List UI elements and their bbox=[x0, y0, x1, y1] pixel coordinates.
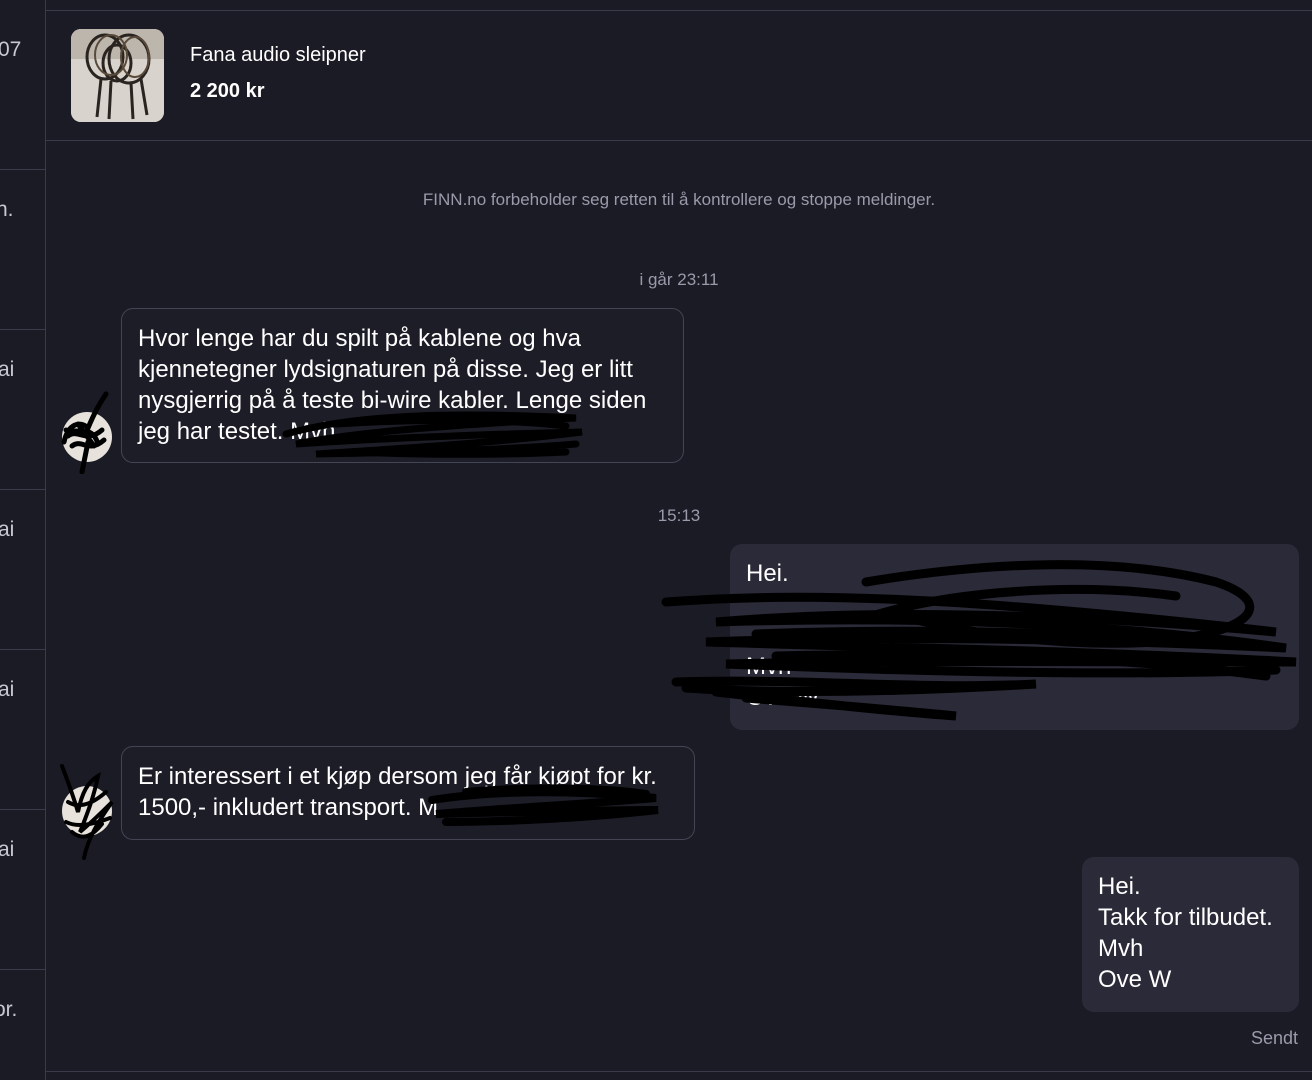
message-timestamp: 15:13 bbox=[657, 506, 701, 525]
conversation-item[interactable]: 07 bbox=[0, 10, 45, 170]
delivery-status: Sendt bbox=[1250, 1028, 1298, 1048]
conversation-item[interactable]: ai bbox=[0, 330, 45, 490]
conversation-snippet: ai bbox=[0, 678, 15, 701]
message-bubble-outgoing[interactable]: Hei. Mvh Ove W bbox=[730, 544, 1299, 730]
message-bubble-incoming[interactable]: Hvor lenge har du spilt på kablene og hv… bbox=[121, 308, 684, 463]
conversation-item[interactable]: n. bbox=[0, 170, 45, 330]
divider bbox=[46, 1071, 1312, 1072]
message-line: Takk for tilbudet. bbox=[1098, 904, 1273, 931]
message-line: kjennetegner lydsignaturen på disse. Jeg… bbox=[138, 356, 633, 383]
conversation-snippet: ai bbox=[0, 358, 15, 381]
message-line: 1500,- inkludert transport. M bbox=[138, 794, 439, 821]
messaging-app: 07 n. ai ai ai ai or. bbox=[0, 0, 1312, 1080]
listing-price: 2 200 kr bbox=[190, 80, 265, 102]
message-line: Mvh bbox=[746, 653, 792, 680]
user-avatar-icon[interactable] bbox=[60, 764, 114, 860]
message-line: Hei. bbox=[1098, 873, 1141, 900]
conversation-item[interactable]: or. bbox=[0, 970, 45, 1080]
conversation-snippet: n. bbox=[0, 198, 14, 221]
message-line: jeg har testet. Mvh bbox=[138, 418, 336, 445]
conversation-snippet: or. bbox=[0, 998, 18, 1021]
conversation-snippet: ai bbox=[0, 518, 15, 541]
message-line: Ove W bbox=[1098, 966, 1172, 993]
user-avatar-icon[interactable] bbox=[61, 391, 112, 474]
message-line bbox=[746, 620, 1283, 651]
listing-title[interactable]: Fana audio sleipner bbox=[190, 44, 366, 67]
message-line: Hvor lenge har du spilt på kablene og hv… bbox=[138, 325, 581, 352]
conversation-item[interactable]: ai bbox=[0, 490, 45, 650]
message-line: Hei. bbox=[746, 560, 789, 587]
message-line: Mvh bbox=[1098, 935, 1144, 962]
message-line: Er interessert i et kjøp dersom jeg får … bbox=[138, 763, 657, 790]
message-thread: Fana audio sleipner 2 200 kr FINN.no for… bbox=[46, 0, 1312, 1080]
message-line: nysgjerrig på å teste bi-wire kabler. Le… bbox=[138, 387, 647, 414]
conversation-list[interactable]: 07 n. ai ai ai ai or. bbox=[0, 0, 46, 1080]
moderation-notice: FINN.no forbeholder seg retten til å kon… bbox=[422, 190, 936, 209]
message-line: Ove W bbox=[746, 684, 820, 711]
message-line bbox=[746, 589, 1283, 620]
listing-header[interactable]: Fana audio sleipner 2 200 kr bbox=[46, 11, 1312, 141]
conversation-item[interactable]: ai bbox=[0, 810, 45, 970]
conversation-snippet: ai bbox=[0, 838, 15, 861]
message-bubble-incoming[interactable]: Er interessert i et kjøp dersom jeg får … bbox=[121, 746, 695, 840]
cable-photo-icon[interactable] bbox=[71, 29, 164, 122]
message-timestamp: i går 23:11 bbox=[639, 270, 719, 289]
message-bubble-outgoing[interactable]: Hei. Takk for tilbudet. Mvh Ove W bbox=[1082, 857, 1299, 1012]
conversation-item[interactable]: ai bbox=[0, 650, 45, 810]
conversation-snippet: 07 bbox=[0, 38, 22, 61]
